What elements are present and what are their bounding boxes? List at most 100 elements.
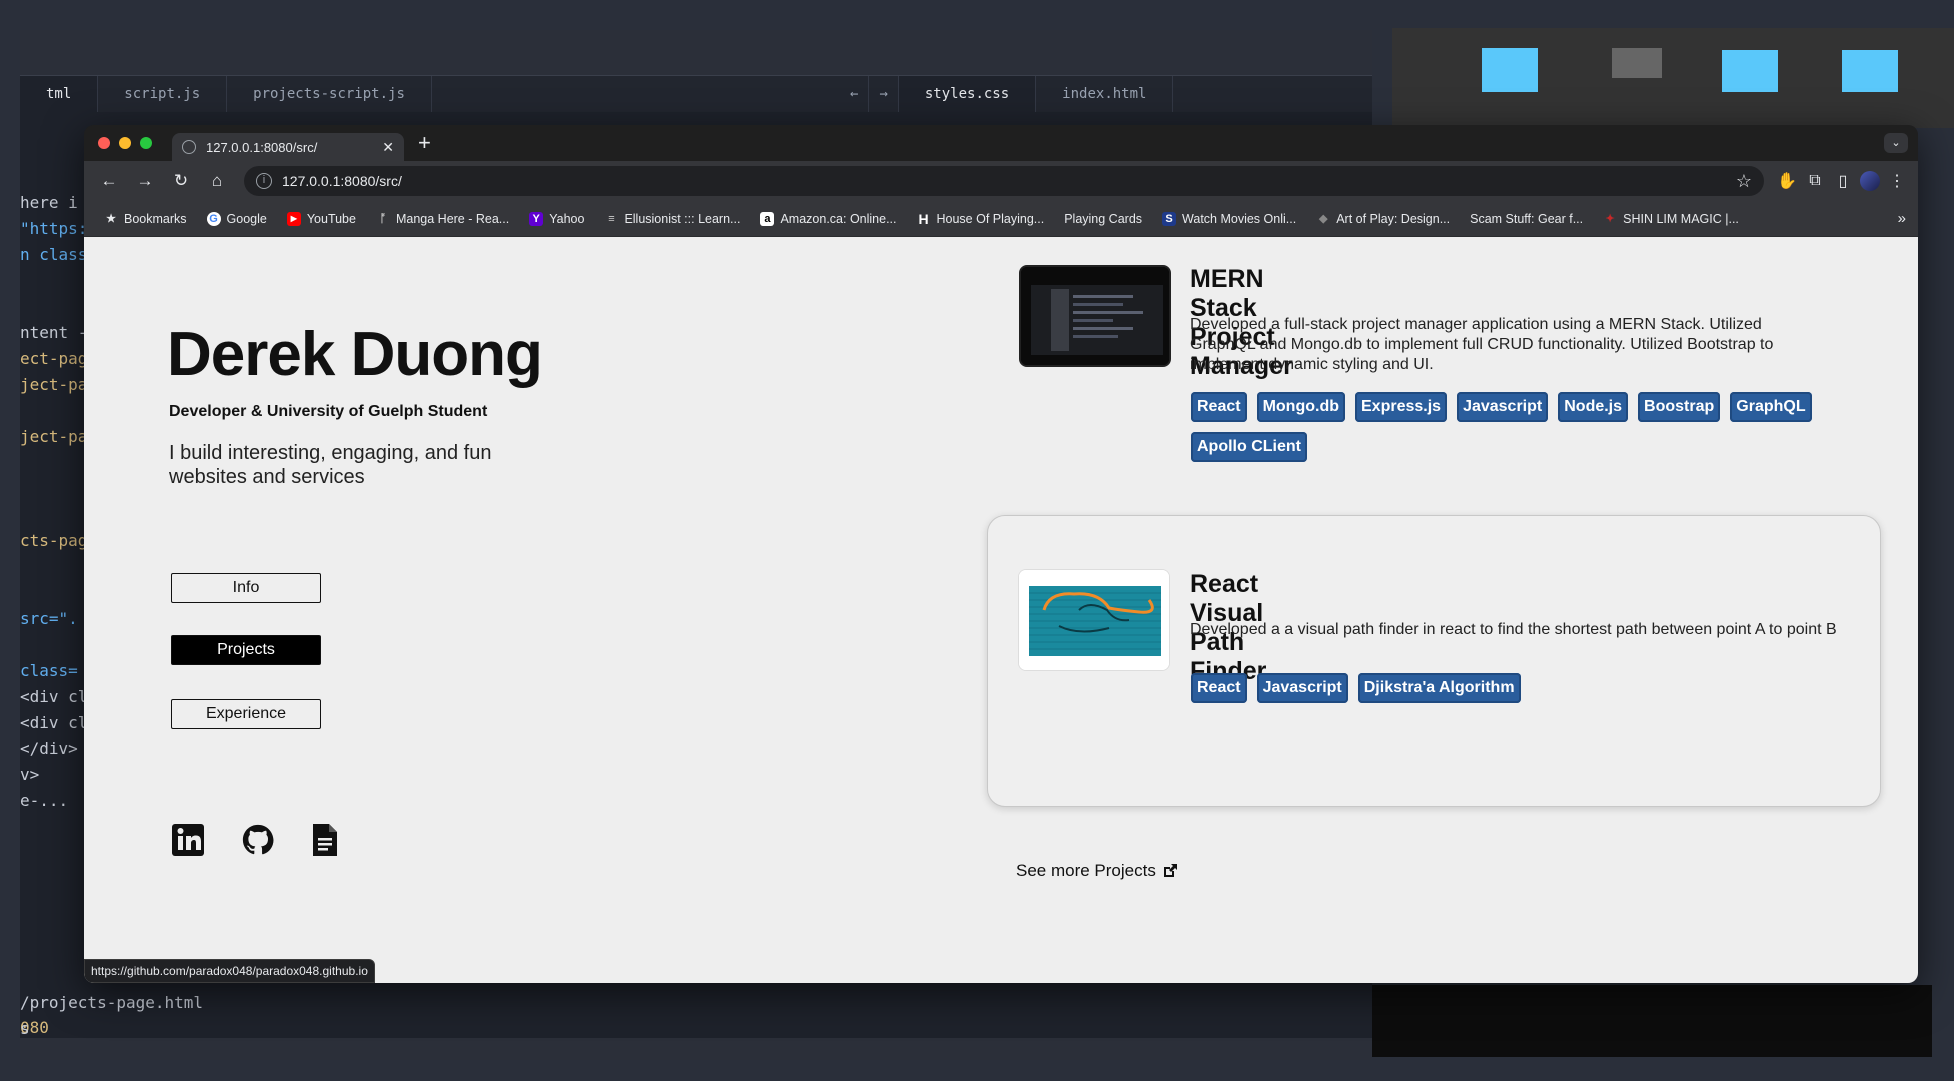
editor-titlebar <box>20 30 1372 76</box>
editor-tab[interactable]: index.html <box>1036 76 1174 112</box>
minimize-window-button[interactable] <box>119 137 131 149</box>
code-line: "https: <box>20 219 88 238</box>
bookmark-label: Amazon.ca: Online... <box>780 211 897 226</box>
tech-tag: React <box>1191 392 1247 422</box>
star-icon: ★ <box>106 213 116 225</box>
back-icon[interactable]: ← <box>94 166 124 196</box>
site-info-icon[interactable]: i <box>256 173 272 189</box>
desktop-icon <box>1612 48 1662 78</box>
terminal-line: /projects-page.html <box>20 993 204 1012</box>
tech-tag: Express.js <box>1355 392 1448 422</box>
menu-kebab-icon[interactable]: ⋮ <box>1886 170 1908 192</box>
resume-document-icon[interactable] <box>308 822 342 858</box>
bookmark-item[interactable]: ᚩ Manga Here - Rea... <box>368 212 517 226</box>
reload-icon[interactable]: ↻ <box>166 166 196 196</box>
desktop-icon <box>1722 50 1778 92</box>
bookmark-label: Ellusionist ::: Learn... <box>624 211 741 226</box>
browser-tab[interactable]: 127.0.0.1:8080/src/ ✕ <box>172 133 404 161</box>
bookmark-item[interactable]: ▶ YouTube <box>279 211 364 226</box>
profile-avatar-icon[interactable] <box>1860 171 1880 191</box>
editor-tab[interactable]: script.js <box>98 76 228 112</box>
forward-arrow-icon[interactable]: → <box>869 76 899 112</box>
project-thumbnail <box>1018 569 1170 671</box>
hero-subtitle: Developer & University of Guelph Student <box>169 403 488 420</box>
bookmark-label: Yahoo <box>549 211 585 226</box>
bookmark-item[interactable]: ◆ Art of Play: Design... <box>1308 212 1458 226</box>
experience-button[interactable]: Experience <box>171 699 321 729</box>
bookmarks-overflow-icon[interactable]: » <box>1898 210 1906 227</box>
url-text[interactable]: 127.0.0.1:8080/src/ <box>282 173 1726 189</box>
bookmark-item[interactable]: G Google <box>199 211 275 226</box>
bookmark-item[interactable]: S Watch Movies Onli... <box>1154 211 1304 226</box>
code-line: cts-pag <box>20 531 88 550</box>
artofplay-icon: ◆ <box>1318 213 1328 225</box>
google-icon: G <box>206 211 221 226</box>
pathfinder-screenshot-image <box>1019 570 1169 670</box>
terminal-output: /projects-page.html s <box>20 990 203 1042</box>
chevron-down-icon[interactable]: ⌄ <box>1884 133 1908 153</box>
page-content: Derek Duong Developer & University of Gu… <box>84 237 1918 983</box>
tab-title: 127.0.0.1:8080/src/ <box>206 139 318 155</box>
address-bar[interactable]: i 127.0.0.1:8080/src/ ☆ <box>244 166 1764 196</box>
project-tags: React Mongo.db Express.js Javascript Nod… <box>1191 392 1851 462</box>
bookmark-label: House Of Playing... <box>936 211 1045 226</box>
close-window-button[interactable] <box>98 137 110 149</box>
bookmark-item[interactable]: Scam Stuff: Gear f... <box>1462 212 1591 226</box>
hero-name: Derek Duong <box>167 320 543 389</box>
new-tab-icon[interactable]: + <box>418 132 431 154</box>
desktop-background <box>1372 985 1932 1057</box>
extension-hand-icon[interactable]: ✋ <box>1776 170 1798 192</box>
bookmark-label: Google <box>226 211 267 226</box>
browser-window: 127.0.0.1:8080/src/ ✕ + ⌄ ← → ↻ ⌂ i 127.… <box>84 125 1918 983</box>
bookmark-item[interactable]: a Amazon.ca: Online... <box>752 211 904 226</box>
linkedin-icon[interactable] <box>171 822 205 858</box>
info-button[interactable]: Info <box>171 573 321 603</box>
editor-statusbar <box>20 1038 1372 1060</box>
bookmark-label: Bookmarks <box>124 211 187 226</box>
window-controls <box>84 137 172 149</box>
bookmark-star-icon[interactable]: ☆ <box>1736 171 1752 192</box>
home-icon[interactable]: ⌂ <box>202 166 232 196</box>
sidepanel-icon[interactable]: ▯ <box>1832 170 1854 192</box>
desktop-background <box>1392 28 1954 128</box>
code-line: src=". <box>20 609 78 628</box>
external-link-icon <box>1163 864 1177 877</box>
desktop-icon <box>1842 50 1898 92</box>
maximize-window-button[interactable] <box>140 137 152 149</box>
editor-tab[interactable]: tml <box>20 76 99 112</box>
editor-code: here i "https: n class ntent - ect-pag j… <box>20 190 90 814</box>
extensions-puzzle-icon[interactable]: ⧉ <box>1804 170 1826 192</box>
projects-button[interactable]: Projects <box>171 635 321 665</box>
tab-strip: 127.0.0.1:8080/src/ ✕ + ⌄ <box>84 125 1918 161</box>
bookmark-label: SHIN LIM MAGIC |... <box>1623 211 1739 226</box>
tech-tag: Djikstra'a Algorithm <box>1357 673 1521 703</box>
bookmark-item[interactable]: ✦ SHIN LIM MAGIC |... <box>1595 212 1747 226</box>
back-arrow-icon[interactable]: ← <box>840 76 870 112</box>
forward-icon[interactable]: → <box>130 166 160 196</box>
project-description: Developed a full-stack project manager a… <box>1190 316 1774 373</box>
desktop-icon <box>1482 48 1538 92</box>
bookmark-label: Watch Movies Onli... <box>1182 211 1297 226</box>
editor-right-tabs: ← → styles.css index.html <box>840 76 1174 112</box>
code-line: ntent - <box>20 323 88 342</box>
house-icon: H <box>918 210 929 227</box>
bookmark-item[interactable]: Playing Cards <box>1056 212 1150 226</box>
see-more-projects-link[interactable]: See more Projects <box>1016 861 1178 881</box>
code-line: ject-pa <box>20 427 88 446</box>
bookmark-item[interactable]: ≡ Ellusionist ::: Learn... <box>596 212 748 226</box>
code-line: <div cl <box>20 687 88 706</box>
editor-tab[interactable]: projects-script.js <box>227 76 432 112</box>
close-tab-icon[interactable]: ✕ <box>382 139 394 156</box>
yahoo-icon: Y <box>529 211 544 226</box>
bookmark-item[interactable]: H House Of Playing... <box>909 210 1053 227</box>
editor-tab[interactable]: styles.css <box>898 76 1037 112</box>
github-icon[interactable] <box>241 822 275 858</box>
bookmark-item[interactable]: Y Yahoo <box>521 211 592 226</box>
bookmark-item[interactable]: ★ Bookmarks <box>96 212 195 226</box>
terminal-line: s <box>20 1019 30 1038</box>
see-more-label: See more Projects <box>1016 861 1156 880</box>
